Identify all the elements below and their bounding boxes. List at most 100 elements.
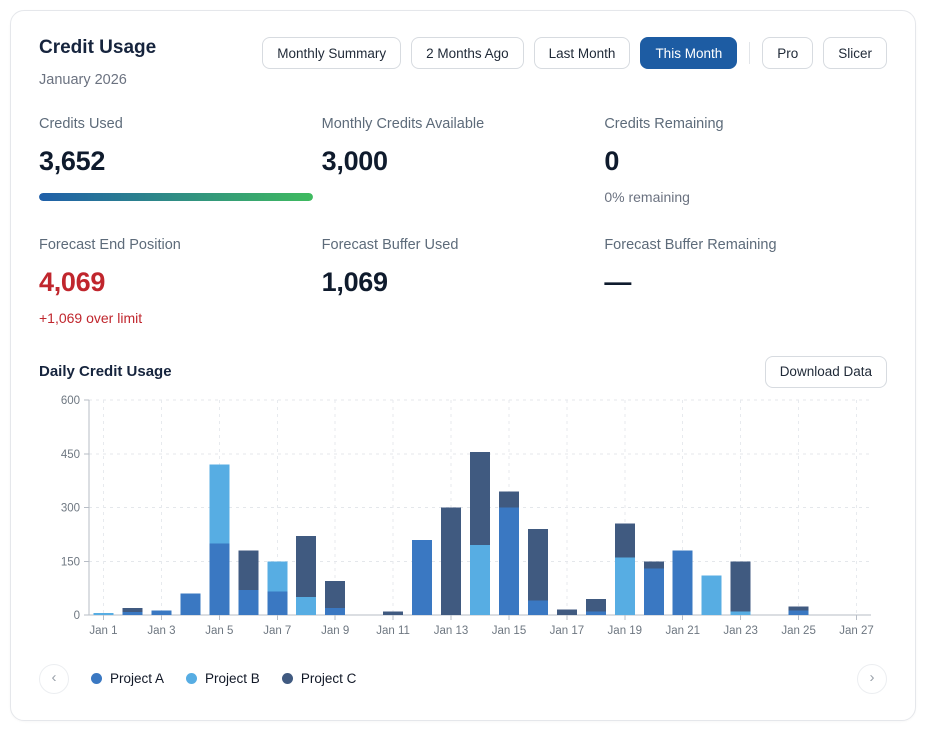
stat-subtext: +1,069 over limit <box>39 310 322 326</box>
stat-label: Credits Remaining <box>604 116 887 132</box>
bar-segment-project-a-jan-16[interactable] <box>528 600 548 614</box>
bar-segment-project-c-jan-16[interactable] <box>528 529 548 601</box>
chart-legend: Project A Project B Project C <box>91 671 356 686</box>
view-tabs: Monthly Summary 2 Months Ago Last Month … <box>262 35 887 69</box>
bar-segment-project-a-jan-12[interactable] <box>412 540 432 615</box>
bar-segment-project-b-jan-22[interactable] <box>702 575 722 614</box>
tab-monthly-summary[interactable]: Monthly Summary <box>262 37 401 69</box>
y-tick-label: 450 <box>61 449 80 461</box>
x-tick-label: Jan 21 <box>665 625 700 637</box>
stat-value: 3,000 <box>322 148 605 175</box>
bar-segment-project-b-jan-23[interactable] <box>731 611 751 615</box>
bar-segment-project-c-jan-14[interactable] <box>470 452 490 545</box>
bar-segment-project-c-jan-6[interactable] <box>238 550 258 589</box>
x-tick-label: Jan 19 <box>608 625 643 637</box>
tab-pro[interactable]: Pro <box>762 37 813 69</box>
stat-value: 0 <box>604 148 887 175</box>
tab-this-month[interactable]: This Month <box>640 37 737 69</box>
x-tick-label: Jan 11 <box>376 625 410 637</box>
period-subtitle: January 2026 <box>39 72 156 88</box>
bar-segment-project-a-jan-21[interactable] <box>673 550 693 615</box>
bar-segment-project-c-jan-15[interactable] <box>499 491 519 507</box>
bar-segment-project-b-jan-19[interactable] <box>615 557 635 614</box>
legend-label: Project C <box>301 671 357 686</box>
legend-label: Project B <box>205 671 260 686</box>
bar-segment-project-c-jan-25[interactable] <box>789 606 809 610</box>
chart-section-header: Daily Credit Usage Download Data <box>39 356 887 388</box>
bar-segment-project-b-jan-7[interactable] <box>267 561 287 591</box>
stat-label: Forecast Buffer Used <box>322 237 605 253</box>
stat-credits-used: Credits Used 3,652 <box>39 116 322 205</box>
bar-segment-project-c-jan-17[interactable] <box>557 609 577 614</box>
x-tick-label: Jan 17 <box>550 625 585 637</box>
bar-segment-project-a-jan-2[interactable] <box>122 612 142 615</box>
stat-value: 3,652 <box>39 148 322 175</box>
x-tick-label: Jan 15 <box>492 625 527 637</box>
bar-segment-project-b-jan-14[interactable] <box>470 545 490 615</box>
usage-progress-bar <box>39 193 313 201</box>
legend-item-project-a[interactable]: Project A <box>91 671 164 686</box>
stat-value: 1,069 <box>322 269 605 296</box>
bar-segment-project-c-jan-2[interactable] <box>122 608 142 612</box>
stat-label: Credits Used <box>39 116 322 132</box>
bar-segment-project-b-jan-1[interactable] <box>93 613 113 615</box>
bar-segment-project-a-jan-7[interactable] <box>267 592 287 615</box>
bar-segment-project-c-jan-8[interactable] <box>296 536 316 597</box>
prev-page-button[interactable]: ‹ <box>39 664 69 694</box>
tab-last-month[interactable]: Last Month <box>534 37 631 69</box>
bar-segment-project-a-jan-4[interactable] <box>180 593 200 615</box>
stat-forecast-end-position: Forecast End Position 4,069 +1,069 over … <box>39 237 322 326</box>
next-page-button[interactable]: › <box>857 664 887 694</box>
tab-group-divider <box>749 42 750 64</box>
bar-segment-project-c-jan-19[interactable] <box>615 523 635 557</box>
stat-label: Monthly Credits Available <box>322 116 605 132</box>
bar-segment-project-a-jan-15[interactable] <box>499 507 519 615</box>
header-titles: Credit Usage January 2026 <box>39 35 156 88</box>
usage-progress-fill <box>39 193 313 201</box>
stat-subtext: 0% remaining <box>604 189 887 205</box>
legend-item-project-b[interactable]: Project B <box>186 671 260 686</box>
bar-segment-project-a-jan-5[interactable] <box>209 543 229 615</box>
y-tick-label: 600 <box>61 395 80 407</box>
bar-segment-project-a-jan-9[interactable] <box>325 608 345 615</box>
credit-usage-card: Credit Usage January 2026 Monthly Summar… <box>10 10 916 721</box>
stats-row-1: Credits Used 3,652 Monthly Credits Avail… <box>39 116 887 205</box>
daily-usage-chart: 0150300450600Jan 1Jan 3Jan 5Jan 7Jan 9Ja… <box>39 392 889 647</box>
legend-label: Project A <box>110 671 164 686</box>
x-tick-label: Jan 27 <box>839 625 874 637</box>
bar-segment-project-c-jan-18[interactable] <box>586 599 606 612</box>
bar-segment-project-a-jan-20[interactable] <box>644 568 664 615</box>
bar-segment-project-c-jan-11[interactable] <box>383 611 403 615</box>
y-tick-label: 150 <box>61 556 80 568</box>
stat-value: — <box>604 269 887 296</box>
chart-footer: ‹ Project A Project B Project C › <box>39 664 887 694</box>
stat-label: Forecast Buffer Remaining <box>604 237 887 253</box>
bar-segment-project-c-jan-9[interactable] <box>325 581 345 608</box>
bar-segment-project-a-jan-6[interactable] <box>238 590 258 615</box>
y-tick-label: 300 <box>61 502 80 514</box>
x-tick-label: Jan 1 <box>89 625 117 637</box>
legend-dot-icon <box>186 673 197 684</box>
bar-segment-project-c-jan-13[interactable] <box>441 507 461 615</box>
tab-slicer[interactable]: Slicer <box>823 37 887 69</box>
download-data-button[interactable]: Download Data <box>765 356 887 388</box>
stats-row-2: Forecast End Position 4,069 +1,069 over … <box>39 237 887 326</box>
legend-dot-icon <box>91 673 102 684</box>
x-tick-label: Jan 5 <box>205 625 233 637</box>
bar-segment-project-b-jan-5[interactable] <box>209 464 229 543</box>
x-tick-label: Jan 3 <box>147 625 175 637</box>
bar-segment-project-a-jan-25[interactable] <box>789 610 809 614</box>
bar-segment-project-a-jan-3[interactable] <box>151 610 171 615</box>
legend-item-project-c[interactable]: Project C <box>282 671 357 686</box>
tab-2-months-ago[interactable]: 2 Months Ago <box>411 37 524 69</box>
header: Credit Usage January 2026 Monthly Summar… <box>39 35 887 88</box>
x-tick-label: Jan 23 <box>723 625 758 637</box>
bar-segment-project-c-jan-23[interactable] <box>731 561 751 611</box>
bar-segment-project-c-jan-20[interactable] <box>644 561 664 568</box>
x-tick-label: Jan 7 <box>263 625 291 637</box>
stat-forecast-buffer-remaining: Forecast Buffer Remaining — <box>604 237 887 326</box>
bar-segment-project-b-jan-8[interactable] <box>296 597 316 615</box>
bar-segment-project-a-jan-18[interactable] <box>586 611 606 615</box>
stat-forecast-buffer-used: Forecast Buffer Used 1,069 <box>322 237 605 326</box>
x-tick-label: Jan 13 <box>434 625 469 637</box>
